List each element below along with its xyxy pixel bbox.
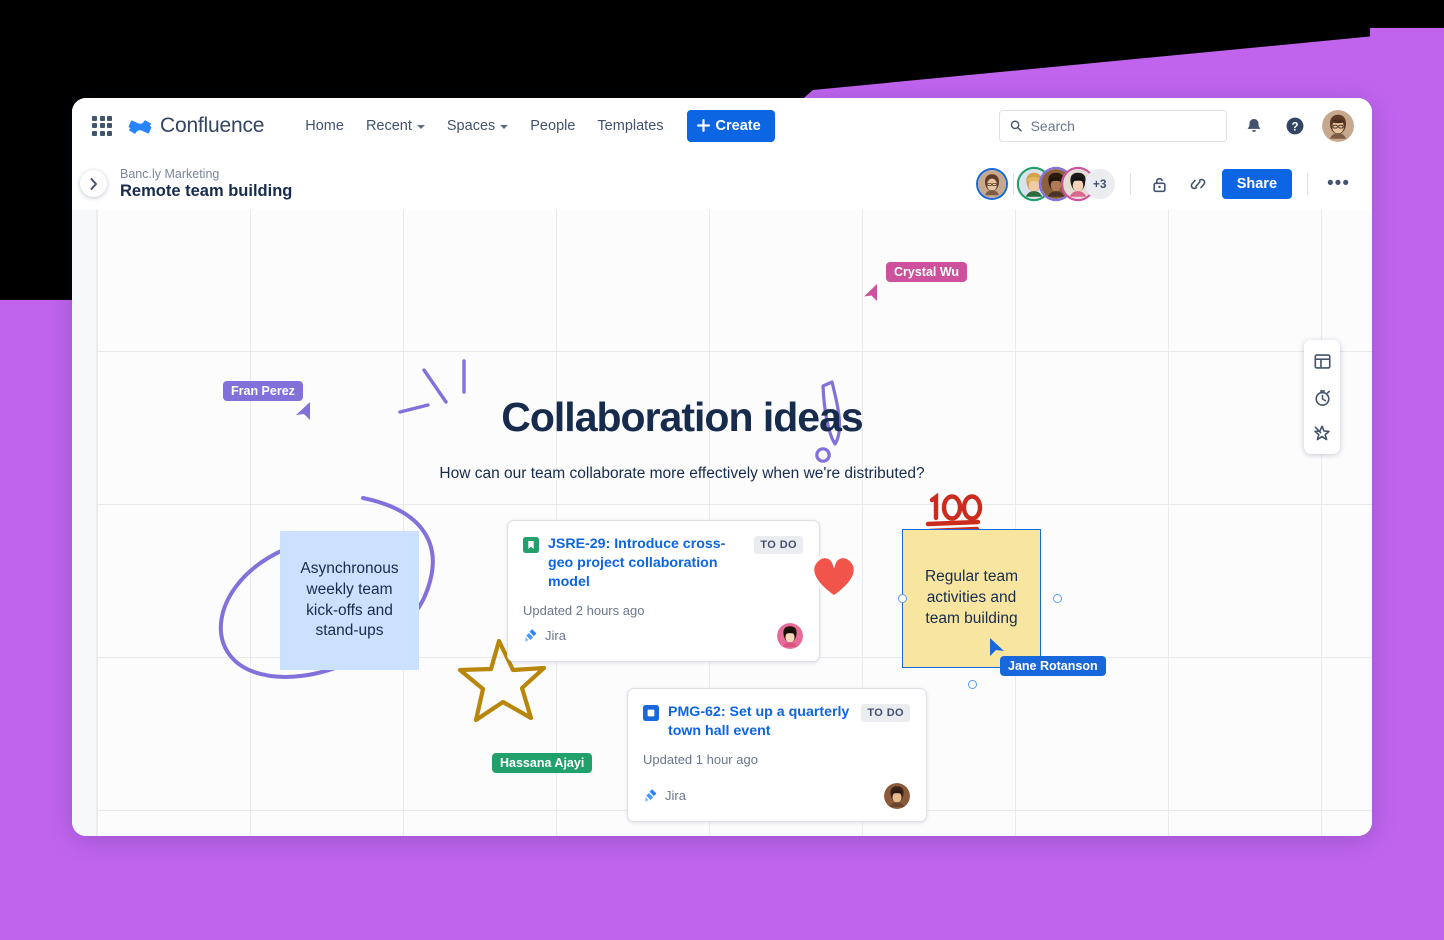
stopwatch-icon[interactable]: [1309, 384, 1335, 410]
resize-handle-right[interactable]: [1053, 594, 1062, 603]
page-actions: +3 Share •••: [975, 168, 1354, 200]
resize-handle-left[interactable]: [898, 594, 907, 603]
bell-icon[interactable]: [1240, 112, 1268, 140]
sidebar-expand-button[interactable]: [80, 170, 107, 197]
app-switcher-grid-icon[interactable]: [92, 115, 112, 136]
assignee-avatar[interactable]: [777, 622, 803, 649]
background-purple-band-right: [1370, 28, 1444, 328]
sparkle-star-icon[interactable]: [1309, 420, 1335, 446]
svg-text:?: ?: [1291, 121, 1298, 133]
user-avatar[interactable]: [1322, 109, 1354, 142]
unlock-icon[interactable]: [1146, 170, 1174, 198]
nav-item-templates[interactable]: Templates: [586, 111, 674, 141]
breadcrumb-space-link[interactable]: Banc.ly Marketing: [120, 167, 292, 181]
left-rail: [72, 210, 97, 836]
search-field[interactable]: [1030, 117, 1216, 134]
jira-card-updated: Updated 1 hour ago: [643, 751, 758, 767]
nav-label: Home: [305, 117, 344, 134]
cursor-pointer-fran-perez: [296, 402, 310, 420]
cursor-pointer-jane-rotanson: [990, 638, 1004, 656]
status-badge: TO DO: [754, 536, 803, 554]
page-header-bar: Banc.ly Marketing Remote team building +…: [72, 154, 1372, 210]
jira-card-updated: Updated 2 hours ago: [523, 602, 645, 618]
cursor-label-fran-perez: Fran Perez: [223, 381, 303, 401]
chevron-down-icon: [416, 124, 425, 129]
source-label: Jira: [665, 788, 686, 804]
jira-task-icon: [643, 705, 659, 721]
jira-issue-card[interactable]: JSRE-29: Introduce cross-geo project col…: [507, 520, 820, 662]
confluence-home-link[interactable]: Confluence: [128, 114, 264, 138]
create-label: Create: [715, 117, 761, 134]
confluence-logo-icon: [128, 114, 152, 138]
share-button[interactable]: Share: [1221, 169, 1293, 199]
jira-logo-icon: [525, 629, 537, 642]
collaborator-avatars: +3: [975, 168, 1115, 200]
nav-item-spaces[interactable]: Spaces: [436, 111, 519, 141]
search-icon: [1010, 120, 1022, 131]
jira-card-footer: Jira: [643, 782, 910, 809]
nav-label: Recent: [365, 117, 412, 134]
nav-right-group: ?: [999, 109, 1354, 142]
avatar-self-ring[interactable]: [975, 168, 1008, 200]
cursor-label-jane-rotanson: Jane Rotanson: [1000, 656, 1106, 676]
jira-card-title[interactable]: PMG-62: Set up a quarterly town hall eve…: [668, 703, 852, 741]
create-button[interactable]: Create: [686, 109, 775, 142]
jira-card-source: Jira: [643, 788, 686, 803]
search-input[interactable]: [999, 109, 1227, 142]
divider: [1129, 173, 1131, 195]
jira-card-footer: Jira: [523, 622, 803, 649]
whiteboard-subheading[interactable]: How can our team collaborate more effect…: [352, 465, 1012, 483]
nav-label: Templates: [597, 117, 664, 134]
whiteboard-right-toolbar: [1304, 340, 1340, 454]
sticky-note-yellow[interactable]: Regular team activities and team buildin…: [902, 529, 1041, 668]
chevron-down-icon: [500, 124, 509, 129]
resize-handle-bottom[interactable]: [968, 680, 977, 689]
jira-story-icon: [523, 537, 539, 553]
question-circle-icon[interactable]: ?: [1281, 112, 1309, 140]
source-label: Jira: [545, 628, 566, 644]
avatar-stack: +3: [1018, 169, 1115, 199]
nav-item-home[interactable]: Home: [294, 111, 355, 141]
jira-card-title[interactable]: JSRE-29: Introduce cross-geo project col…: [548, 535, 745, 592]
nav-item-recent[interactable]: Recent: [355, 111, 436, 141]
avatar-overflow-count[interactable]: +3: [1084, 169, 1115, 199]
confluence-app-window: Confluence Home Recent Spaces People Tem…: [72, 98, 1372, 836]
whiteboard-canvas[interactable]: Collaboration ideas How can our team col…: [72, 210, 1372, 836]
layout-template-icon[interactable]: [1309, 348, 1335, 374]
divider: [1307, 173, 1309, 195]
plus-icon: [696, 119, 710, 132]
sticky-note-blue[interactable]: Asynchronous weekly team kick-offs and s…: [280, 531, 419, 670]
heart-sticker[interactable]: [807, 548, 861, 600]
link-icon[interactable]: [1184, 170, 1212, 198]
status-badge: TO DO: [861, 704, 910, 722]
nav-label: Spaces: [446, 117, 496, 134]
global-navigation: Confluence Home Recent Spaces People Tem…: [72, 98, 1372, 154]
cursor-label-hassana-ajayi: Hassana Ajayi: [492, 753, 593, 773]
avatar[interactable]: [977, 170, 1006, 198]
whiteboard-title-block[interactable]: Collaboration ideas: [402, 394, 962, 440]
breadcrumb: Banc.ly Marketing Remote team building: [120, 167, 292, 201]
whiteboard-heading: Collaboration ideas: [501, 394, 863, 440]
jira-issue-card[interactable]: PMG-62: Set up a quarterly town hall eve…: [627, 688, 927, 822]
cursor-pointer-crystal-wu: [864, 284, 877, 301]
jira-card-source: Jira: [523, 628, 566, 643]
jira-card-header: JSRE-29: Introduce cross-geo project col…: [523, 535, 803, 592]
page-title[interactable]: Remote team building: [120, 182, 292, 201]
jira-card-header: PMG-62: Set up a quarterly town hall eve…: [643, 703, 910, 741]
brand-name: Confluence: [160, 113, 265, 137]
divider: [1012, 173, 1014, 195]
nav-item-people[interactable]: People: [519, 111, 586, 141]
jira-logo-icon: [645, 789, 657, 802]
assignee-avatar[interactable]: [884, 782, 910, 809]
cursor-label-crystal-wu: Crystal Wu: [886, 262, 968, 282]
more-horizontal-icon[interactable]: •••: [1323, 174, 1354, 193]
nav-label: People: [530, 117, 576, 134]
chevron-right-icon: [90, 177, 97, 190]
